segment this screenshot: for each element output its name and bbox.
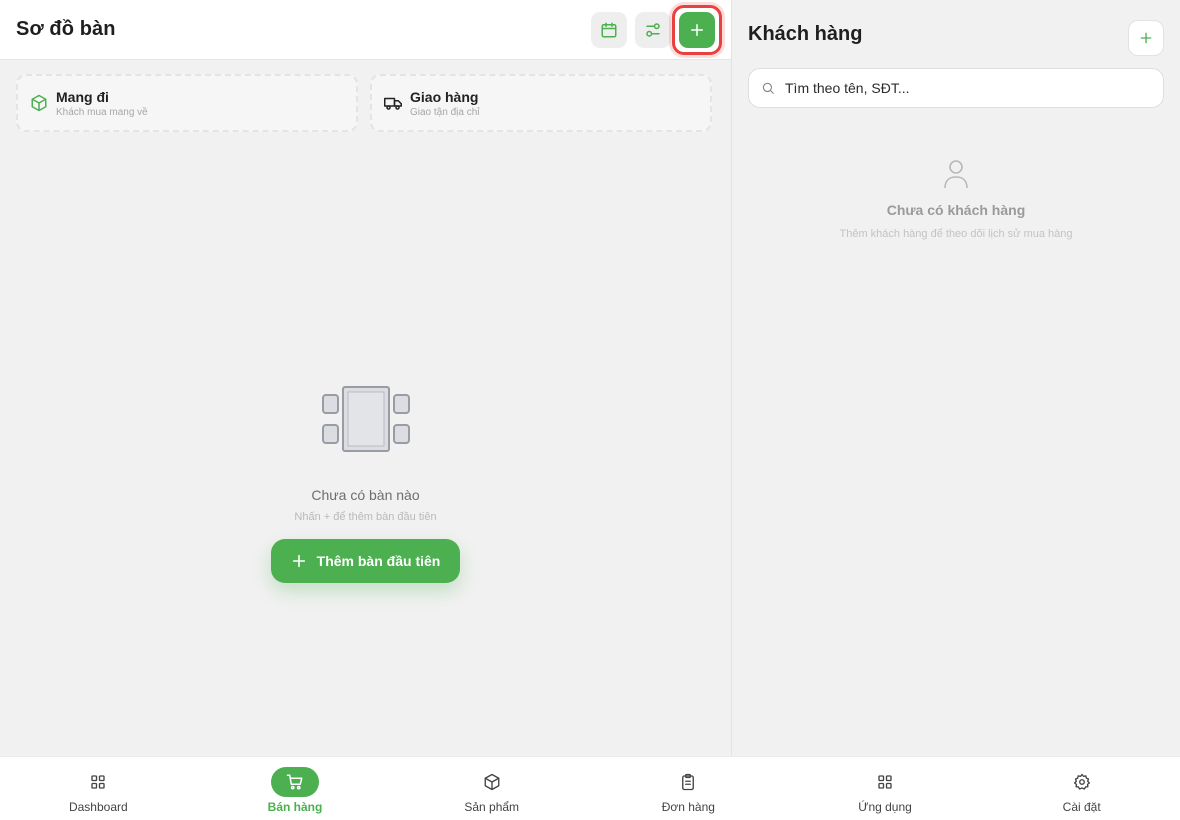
order-type-subtitle: Khách mua mang về <box>56 106 148 118</box>
nav-item-settings[interactable]: Cài đặt <box>983 757 1180 820</box>
app-root: Sơ đồ bàn Mang đi Khách mua mang về Giao… <box>0 0 1180 820</box>
page-title: Sơ đồ bàn <box>16 18 116 40</box>
nav-label: Ứng dụng <box>858 800 912 814</box>
box-icon <box>484 773 500 791</box>
add-customer-button[interactable] <box>1128 20 1164 56</box>
nav-icon-container <box>468 767 516 797</box>
table-map-header: Sơ đồ bàn <box>0 0 731 60</box>
header-actions <box>591 5 722 55</box>
customers-panel: Khách hàng Chưa có khách hàng Thêm khách… <box>732 0 1180 756</box>
cart-icon <box>286 774 303 790</box>
nav-item-products[interactable]: Sản phẩm <box>393 757 590 820</box>
plus-icon <box>292 554 305 568</box>
grid-icon <box>91 775 106 789</box>
truck-icon <box>384 97 402 110</box>
plus-icon <box>1140 32 1152 44</box>
table-map-panel: Sơ đồ bàn Mang đi Khách mua mang về Giao… <box>0 0 731 756</box>
customers-title: Khách hàng <box>748 22 863 45</box>
table-icon <box>321 386 410 452</box>
empty-customers-title: Chưa có khách hàng <box>886 202 1026 218</box>
order-type-subtitle: Giao tận địa chỉ <box>410 106 480 118</box>
nav-icon-container <box>1058 767 1106 797</box>
order-type-delivery[interactable]: Giao hàng Giao tận địa chỉ <box>370 74 712 132</box>
nav-item-sales[interactable]: Bán hàng <box>197 757 394 820</box>
order-type-title: Mang đi <box>56 88 109 105</box>
customers-header: Khách hàng <box>732 0 1180 68</box>
bottom-nav: Dashboard Bán hàng Sản phẩm Đơn hàng Ứng… <box>0 756 1180 820</box>
clipboard-icon <box>682 773 695 791</box>
empty-tables-state: Chưa có bàn nào Nhấn + để thêm bàn đầu t… <box>0 385 731 583</box>
empty-customers-state: Chưa có khách hàng Thêm khách hàng để th… <box>732 158 1180 240</box>
sliders-icon <box>646 23 660 37</box>
add-table-button[interactable] <box>679 12 715 48</box>
nav-icon-container <box>664 767 712 797</box>
plus-icon <box>691 24 703 36</box>
nav-icon-container <box>861 767 909 797</box>
nav-label: Cài đặt <box>1062 800 1101 814</box>
nav-icon-container <box>271 767 319 797</box>
nav-item-orders[interactable]: Đơn hàng <box>590 757 787 820</box>
package-icon <box>31 94 47 112</box>
add-first-table-button[interactable]: Thêm bàn đầu tiên <box>270 539 461 583</box>
search-icon <box>762 82 774 94</box>
nav-item-apps[interactable]: Ứng dụng <box>787 757 984 820</box>
order-type-title: Giao hàng <box>410 88 479 105</box>
order-type-text: Mang đi Khách mua mang về <box>56 89 148 118</box>
add-first-table-label: Thêm bàn đầu tiên <box>316 553 441 569</box>
filter-button[interactable] <box>635 12 671 48</box>
customer-search[interactable] <box>748 68 1164 108</box>
empty-tables-title: Chưa có bàn nào <box>311 487 420 503</box>
add-table-button-highlight <box>672 5 722 55</box>
nav-label: Đơn hàng <box>661 800 715 814</box>
order-type-list: Mang đi Khách mua mang về Giao hàng Giao… <box>0 60 731 132</box>
nav-icon-container <box>74 767 122 797</box>
order-type-text: Giao hàng Giao tận địa chỉ <box>410 89 480 118</box>
calendar-icon <box>601 22 617 38</box>
empty-tables-subtitle: Nhấn + để thêm bàn đầu tiên <box>294 511 437 523</box>
customer-search-input[interactable] <box>785 80 1151 96</box>
nav-label: Dashboard <box>68 800 128 814</box>
empty-customers-subtitle: Thêm khách hàng để theo dõi lịch sử mua … <box>839 228 1073 240</box>
nav-label: Bán hàng <box>267 800 323 814</box>
user-icon <box>944 160 968 189</box>
calendar-button[interactable] <box>591 12 627 48</box>
nav-label: Sản phẩm <box>464 800 520 814</box>
order-type-takeaway[interactable]: Mang đi Khách mua mang về <box>16 74 358 132</box>
apps-icon <box>878 775 892 789</box>
gear-icon <box>1073 773 1090 790</box>
nav-item-dashboard[interactable]: Dashboard <box>0 757 197 820</box>
